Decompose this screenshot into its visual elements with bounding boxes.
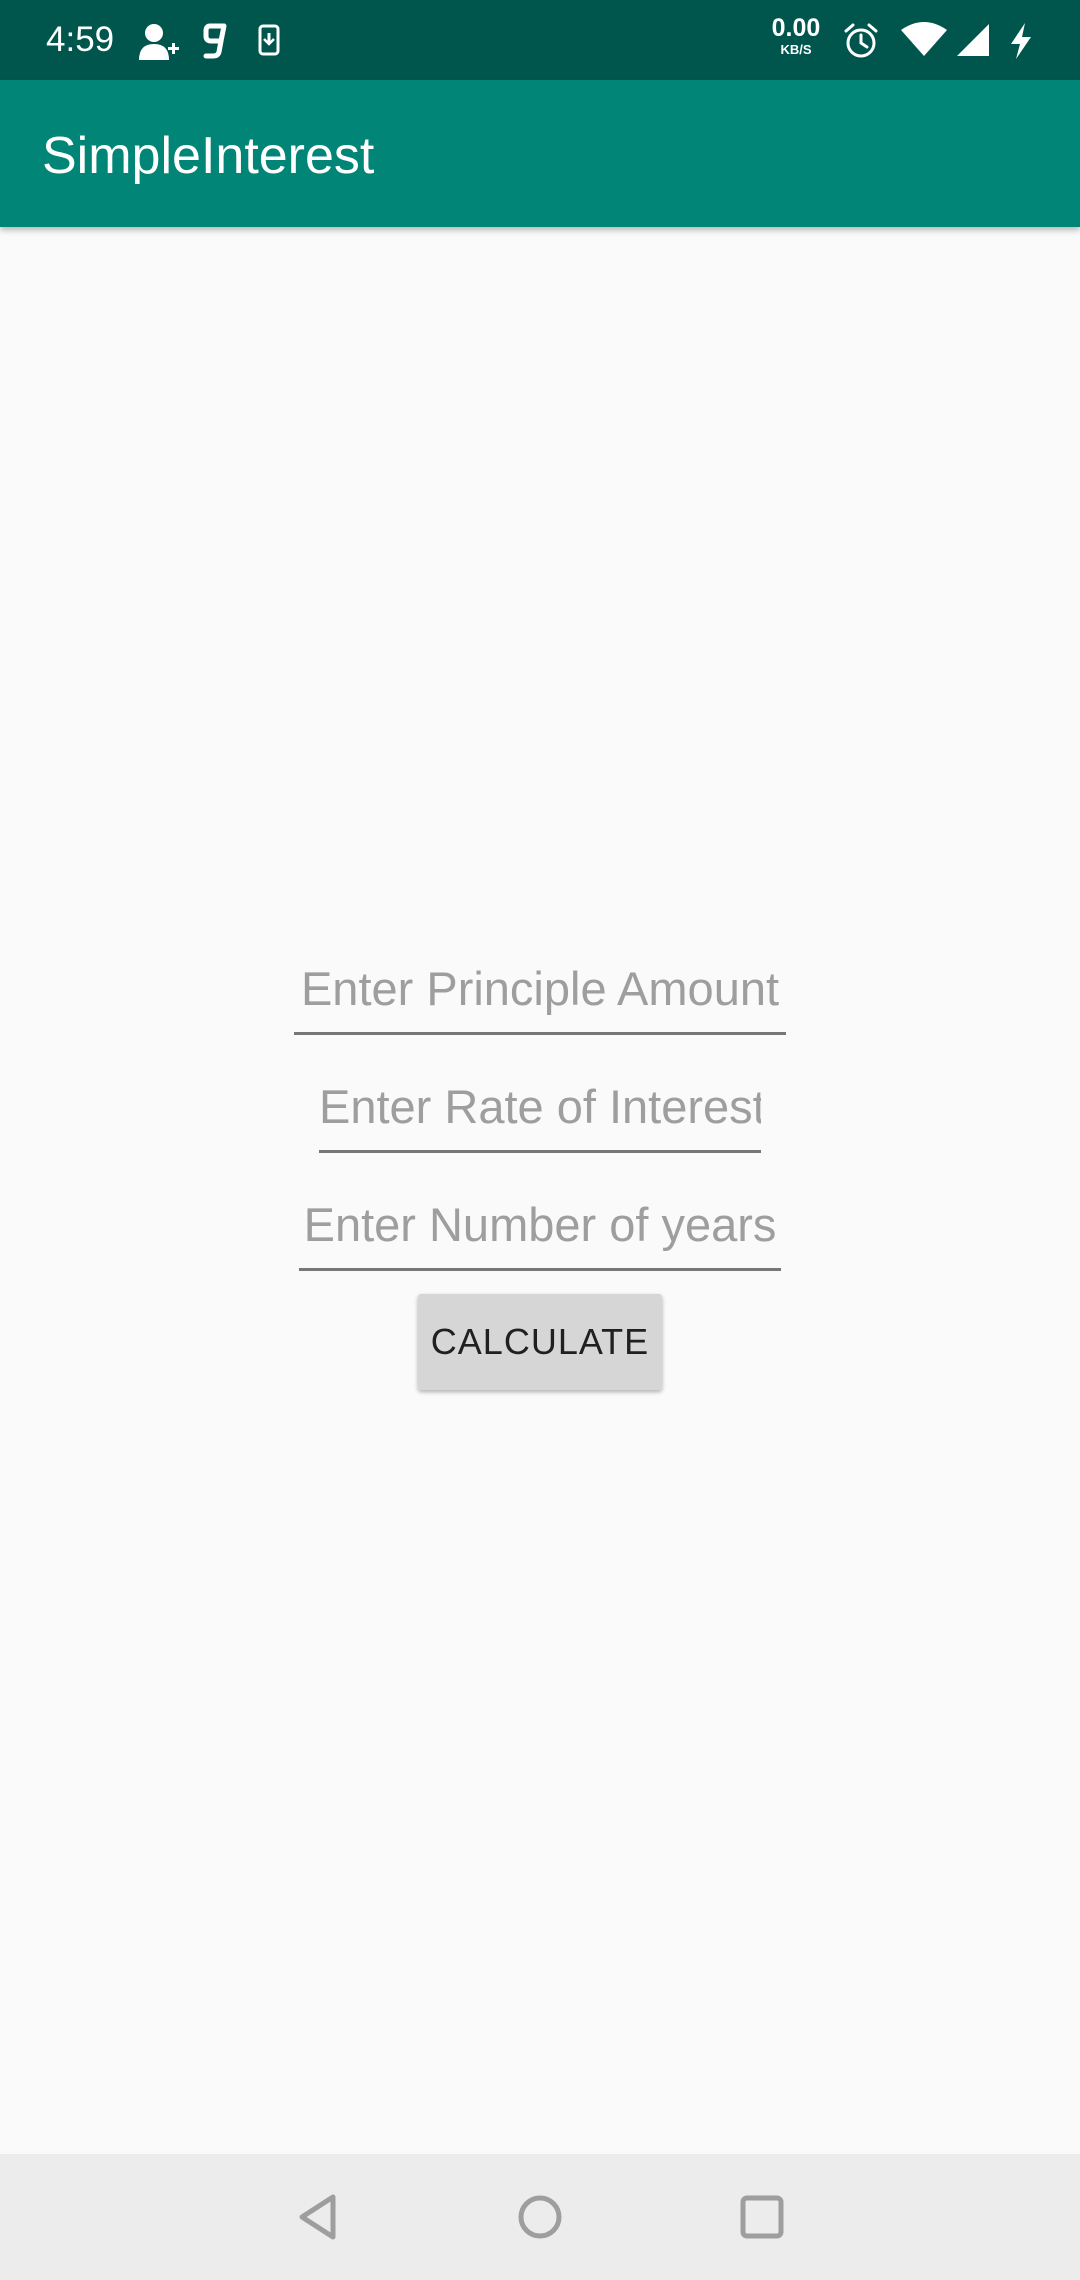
- status-bar: 4:59 0.00 KB/S: [0, 0, 1080, 80]
- status-time: 4:59: [46, 20, 115, 59]
- g-app-icon: [203, 23, 227, 59]
- rate-of-interest-input[interactable]: [319, 1073, 761, 1153]
- home-icon[interactable]: [508, 2185, 572, 2249]
- alarm-icon: [844, 23, 878, 58]
- number-of-years-input[interactable]: [299, 1191, 781, 1271]
- cell-signal-icon: [957, 24, 989, 56]
- network-speed-value: 0.00: [771, 14, 821, 42]
- calculate-button[interactable]: CALCULATE: [418, 1294, 662, 1390]
- charging-icon: [1011, 23, 1031, 59]
- app-title: SimpleInterest: [42, 127, 375, 185]
- app-bar: SimpleInterest: [0, 80, 1080, 227]
- network-speed: 0.00 KB/S: [768, 14, 824, 57]
- navigation-bar: [0, 2154, 1080, 2280]
- principal-amount-input[interactable]: [294, 955, 786, 1035]
- wifi-icon: [901, 22, 947, 56]
- phone-download-icon: [258, 24, 280, 56]
- person-add-icon: [139, 24, 179, 60]
- recents-icon[interactable]: [730, 2185, 794, 2249]
- back-icon[interactable]: [288, 2185, 352, 2249]
- network-speed-unit: KB/S: [780, 42, 812, 57]
